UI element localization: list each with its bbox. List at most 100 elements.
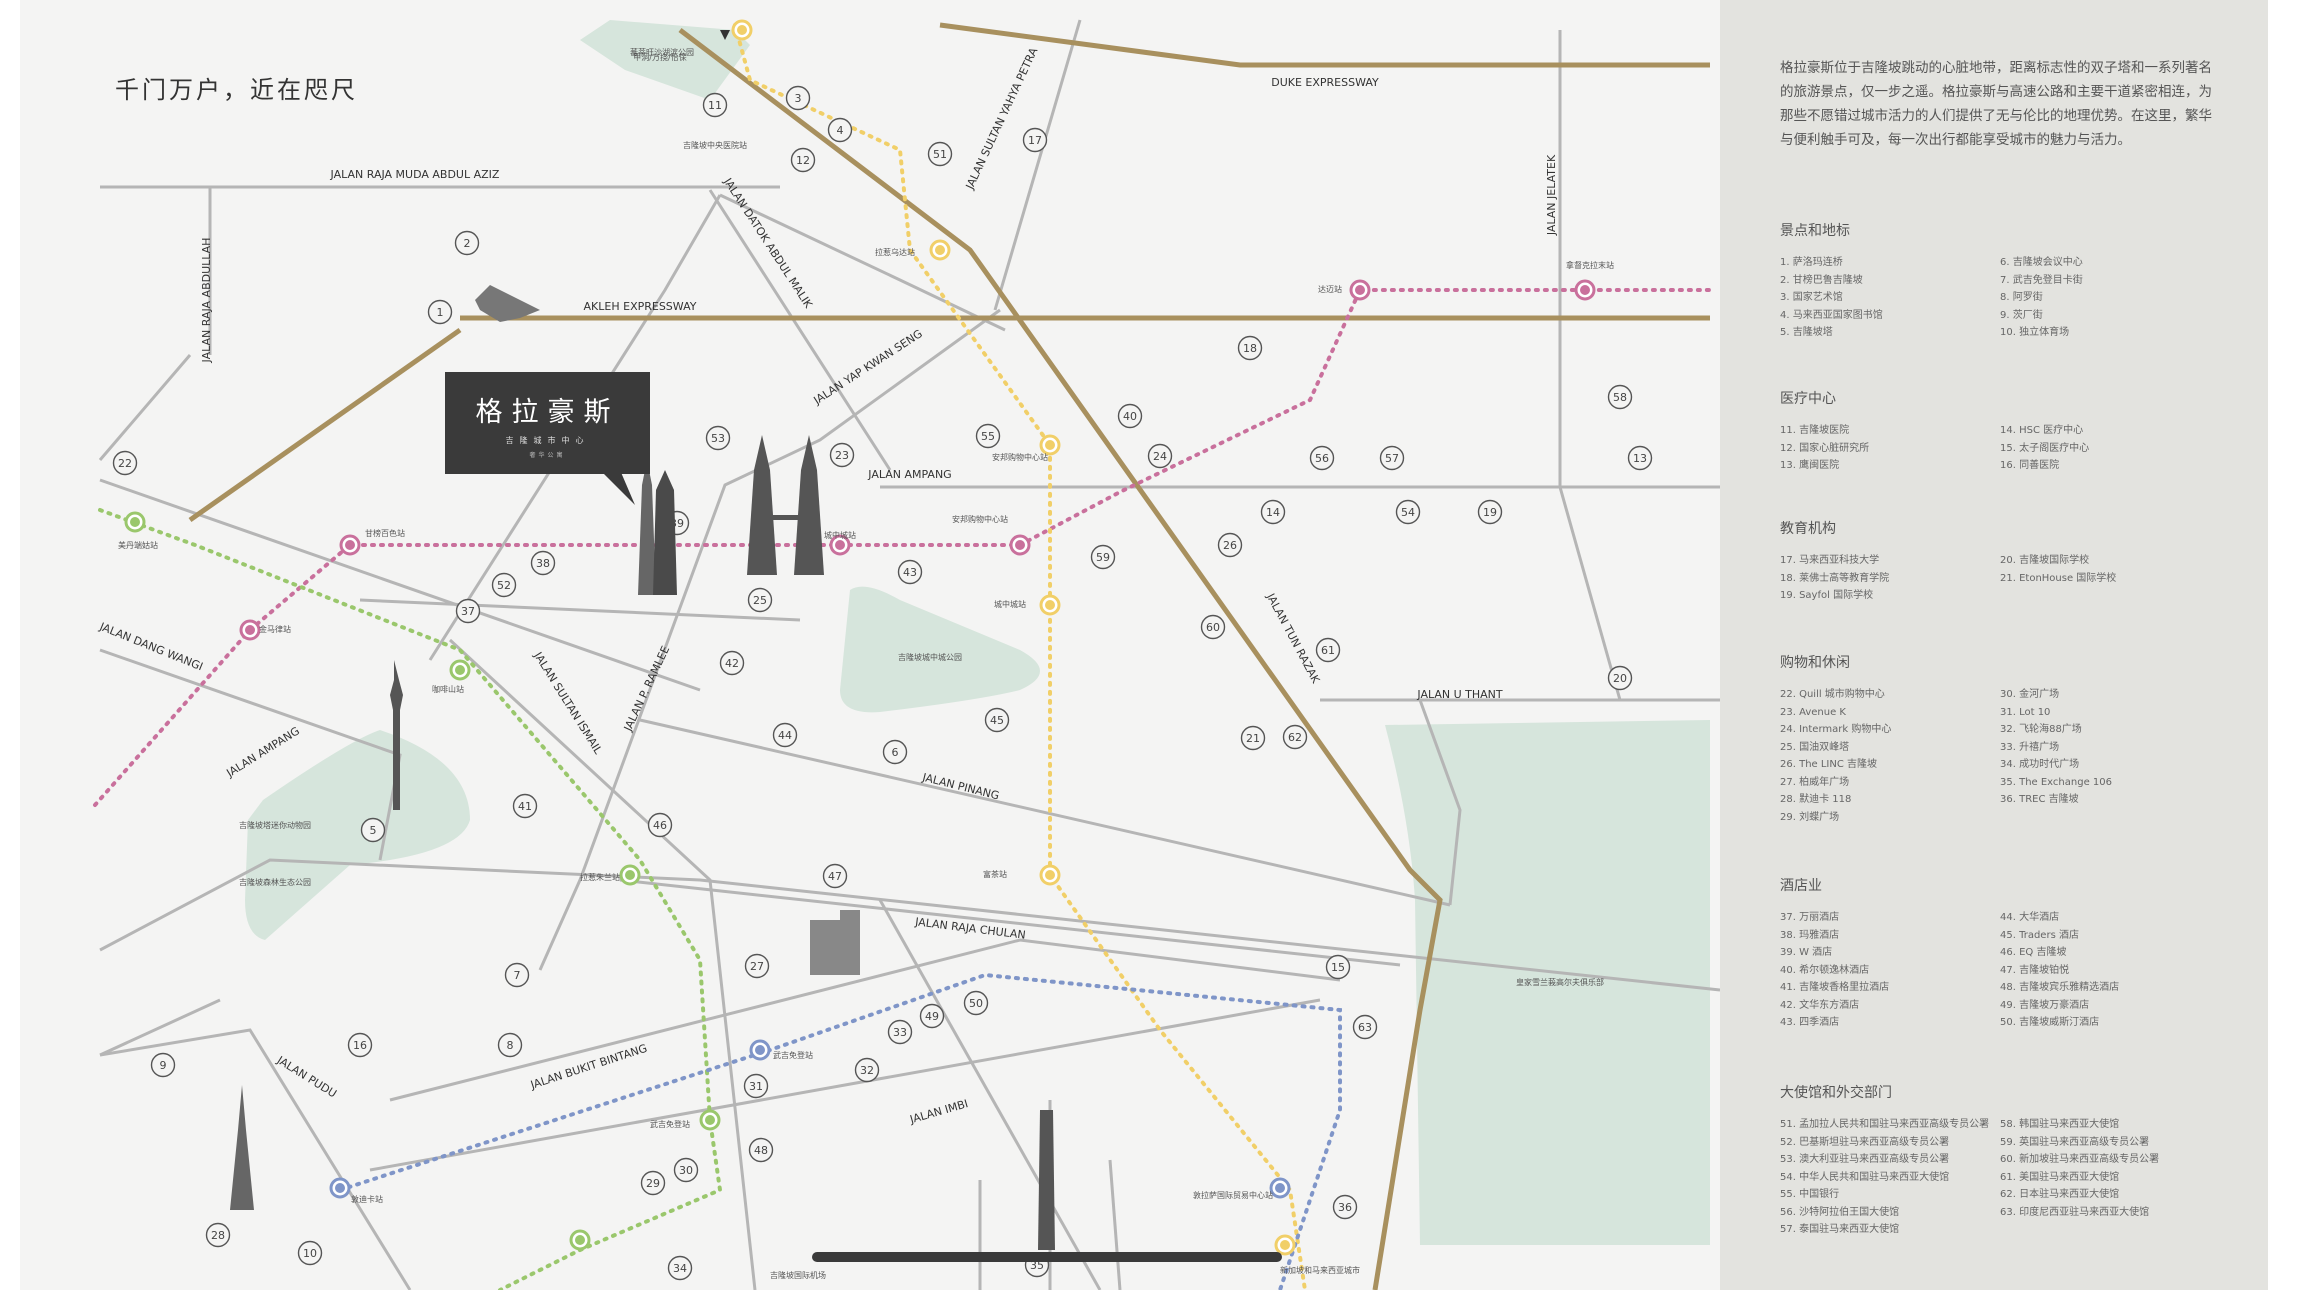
landmark-number: 14 [1266,506,1280,519]
legend-item: 34. 成功时代广场 [2000,759,2080,770]
legend-item: 4. 马来西亚国家图书馆 [1780,309,1883,321]
landmark-number: 17 [1028,134,1042,147]
legend-item: 14. HSC 医疗中心 [2000,425,2084,436]
legend-item: 9. 茨厂街 [2000,309,2043,321]
legend-item: 36. TREC 吉隆坡 [2000,794,2079,805]
legend-item: 21. EtonHouse 国际学校 [2000,572,2117,584]
landmark-number: 44 [778,729,792,742]
legend-item: 3. 国家艺术馆 [1780,292,1843,303]
station-label: 敦拉萨国际贸易中心站 [1193,1190,1273,1200]
landmark-number: 27 [750,960,764,973]
legend-item: 26. The LINC 吉隆坡 [1780,759,1878,770]
landmark-number: 9 [160,1059,167,1072]
landmark-number: 26 [1223,539,1237,552]
legend-item: 60. 新加坡驻马来西亚高级专员公署 [2000,1154,2160,1165]
landmark-number: 43 [903,566,917,579]
station-label: 富茶站 [983,869,1007,879]
landmark-number: 54 [1401,506,1415,519]
legend-item: 41. 吉隆坡香格里拉酒店 [1780,982,1890,993]
station-dot [1580,285,1590,295]
road-line [1558,30,1622,701]
legend-item: 2. 甘榜巴鲁吉隆坡 [1780,274,1863,286]
station-dot [625,870,635,880]
highway-line [939,22,1710,68]
station-label: 安邦购物中心站 [992,452,1048,462]
legend-item: 7. 武吉免登目卡街 [2000,274,2083,286]
road-label: JALAN PUDU [274,1053,339,1100]
landmark-number: 18 [1243,342,1257,355]
landmark-number: 56 [1315,452,1329,465]
legend-item: 52. 巴基斯坦驻马来西亚高级专员公署 [1780,1136,1950,1148]
legend-item: 62. 日本驻马来西亚大使馆 [2000,1189,2120,1200]
landmark-number: 24 [1153,450,1167,463]
landmark-number: 8 [507,1039,514,1052]
station-label: 城中城站 [824,530,856,540]
legend-section-title: 医疗中心 [1780,391,1836,407]
map-title: 千门万户，近在咫尺 [115,76,358,104]
map[interactable]: 1 2 3 4 5 6 7 8 9 10 11 12 13 14 15 16 17 18 19 20 21 22 23 24 2… [20,0,1720,1290]
road-label: JALAN DATOK ABDUL MALIK [721,175,816,311]
station-dot [1355,285,1365,295]
tower-silhouette [638,460,656,595]
legend-item: 20. 吉隆坡国际学校 [2000,555,2090,566]
landmark-number: 59 [1096,551,1110,564]
landmark-number: 2 [464,237,471,250]
landmark-number: 37 [461,605,475,618]
info-panel: 格拉豪斯位于吉隆坡跳动的心脏地带，距离标志性的双子塔和一系列著名的旅游景点，仅一… [1720,0,2268,1290]
legend-item: 42. 文华东方酒店 [1780,999,1860,1011]
map-scrollbar [812,1252,1282,1262]
exchange-106 [1038,1110,1055,1250]
legend-section: 医疗中心 11. 吉隆坡医院 12. 国家心脏研究所 13. 鹰闽医院 14. HSC … [1780,388,2220,475]
legend-section-title: 景点和地标 [1780,223,1850,239]
legend-item: 23. Avenue K [1780,706,1846,718]
landmark-number: 1 [437,306,444,319]
road-label: JALAN RAJA MUDA ABDUL AZIZ [330,168,500,181]
station-dot [245,625,255,635]
legend-item: 32. 飞轮海88广场 [2000,724,2082,735]
landmark-number: 29 [646,1177,660,1190]
legend-section: 购物和休闲 22. Quill 城市购物中心 23. Avenue K 24. Int… [1780,652,2220,826]
station-dot [130,517,140,527]
legend-item: 39. W 酒店 [1780,947,1833,958]
station-label: 拉惹朱兰站 [580,872,620,882]
legend-item: 24. Intermark 购物中心 [1780,724,1892,735]
park-label: 吉隆坡塔迷你动物园 [239,820,311,830]
legend-section: 酒店业 37. 万丽酒店 38. 玛雅酒店 39. W 酒店 40. 希尔顿逸林酒店 41… [1780,875,2220,1032]
legend-item: 63. 印度尼西亚驻马来西亚大使馆 [2000,1206,2150,1218]
landmark-number: 7 [514,969,521,982]
landmark-number: 57 [1385,452,1399,465]
station-dot [1045,870,1055,880]
landmark-number: 15 [1331,961,1345,974]
landmark-number: 58 [1613,391,1627,404]
landmark-number: 25 [753,594,767,607]
road-label: JALAN DANG WANGI [97,620,205,674]
legend-item: 58. 韩国驻马来西亚大使馆 [2000,1119,2120,1130]
landmark-number: 60 [1206,621,1220,634]
legend-item: 57. 泰国驻马来西亚大使馆 [1780,1224,1900,1235]
landmark-number: 11 [708,99,722,112]
landmark-number: 61 [1321,644,1335,657]
landmark-number: 5 [370,824,377,837]
station-label: 吉隆坡中央医院站 [683,140,747,150]
road-line [99,1028,412,1290]
landmark-number: 38 [536,557,550,570]
park-label: 吉隆坡城中城公园 [898,652,962,662]
station-dot [575,1235,585,1245]
road-label: JALAN JELATEK [1545,154,1558,236]
station-label: 达迈站 [1318,284,1342,294]
landmark-number: 52 [497,579,511,592]
station-label: 咖啡山站 [432,684,464,694]
station-dot [1045,440,1055,450]
road-label: AKLEH EXPRESSWAY [584,300,697,313]
legend-item: 35. The Exchange 106 [2000,776,2112,788]
legend-item: 50. 吉隆坡威斯汀酒店 [2000,1017,2100,1028]
road-line [719,193,1006,332]
legend-item: 17. 马来西亚科技大学 [1780,555,1880,566]
landmark-number: 6 [892,746,899,759]
legend-item: 6. 吉隆坡会议中心 [2000,257,2083,268]
legend-item: 11. 吉隆坡医院 [1780,425,1850,436]
landmark-number: 51 [933,148,947,161]
station-label: 武吉免登站 [650,1119,690,1129]
landmark-number: 13 [1633,452,1647,465]
station-label: 安邦购物中心站 [952,514,1008,524]
